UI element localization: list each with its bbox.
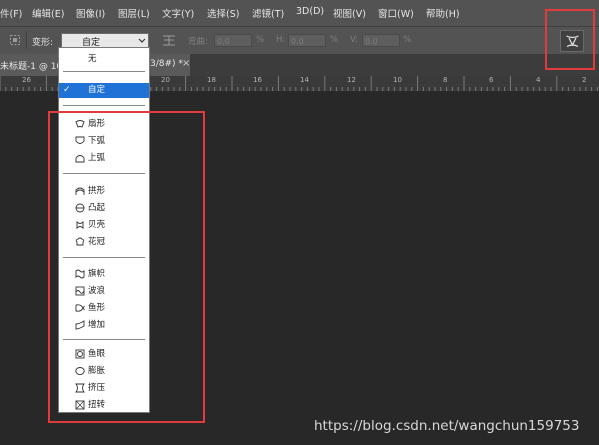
ruler-tick: 26 [22, 76, 31, 84]
warp-orientation-icon[interactable] [161, 32, 177, 48]
menu-edit[interactable]: 编辑(E) [32, 6, 64, 20]
horizontal-distortion-unit: % [330, 35, 339, 45]
option-label: 自定 [88, 85, 106, 95]
close-tab-icon[interactable]: × [182, 58, 190, 69]
menu-layer[interactable]: 图层(L) [118, 6, 150, 20]
menu-type[interactable]: 文字(Y) [162, 6, 194, 20]
ruler-tick: 12 [347, 76, 356, 84]
option-label: 无 [88, 54, 97, 64]
ruler-tick: 8 [443, 76, 448, 84]
ruler-tick: 4 [536, 76, 541, 84]
ruler-tick: 6 [489, 76, 494, 84]
ruler-tick: 20 [161, 76, 170, 84]
ruler-tick: 18 [207, 76, 216, 84]
menu-bar: 件(F) 编辑(E) 图像(I) 图层(L) 文字(Y) 选择(S) 滤镜(T)… [0, 0, 599, 26]
warp-option-none[interactable]: 无 [59, 52, 149, 67]
document-tab-suffix: 3/8#) * [150, 59, 183, 69]
dropdown-divider [63, 105, 145, 106]
horizontal-distortion-input[interactable]: 0.0 [288, 34, 326, 47]
bend-label: 弯曲: [188, 37, 208, 47]
checkmark-icon: ✓ [63, 85, 71, 95]
warp-tool-icon[interactable] [9, 34, 21, 46]
options-divider [26, 31, 27, 49]
highlight-box-warp-button [545, 9, 595, 70]
menu-3d[interactable]: 3D(D) [296, 6, 324, 17]
highlight-box-warp-options [48, 111, 205, 423]
vertical-distortion-input[interactable]: 0.0 [362, 34, 400, 47]
ruler-tick: 10 [393, 76, 402, 84]
vertical-distortion-label: V: [350, 35, 358, 45]
menu-file[interactable]: 件(F) [0, 6, 22, 20]
menu-view[interactable]: 视图(V) [333, 6, 366, 20]
menu-select[interactable]: 选择(S) [207, 6, 239, 20]
dropdown-divider [63, 71, 145, 72]
ruler-tick: 16 [253, 76, 262, 84]
ruler-tick: 14 [300, 76, 309, 84]
bend-input[interactable]: 0.0 [214, 34, 252, 47]
menu-help[interactable]: 帮助(H) [426, 6, 460, 20]
menu-filter[interactable]: 滤镜(T) [252, 6, 284, 20]
chevron-down-icon [138, 38, 146, 43]
bend-unit: % [256, 35, 265, 45]
warp-label: 变形: [32, 38, 54, 48]
warp-style-select[interactable]: 自定 [61, 33, 149, 48]
horizontal-distortion-label: H: [276, 35, 286, 45]
menu-image[interactable]: 图像(I) [76, 6, 105, 20]
ruler-tick: 2 [582, 76, 587, 84]
document-tab-title: 未标题-1 @ 10 [0, 62, 63, 72]
vertical-distortion-unit: % [403, 35, 412, 45]
watermark-text: https://blog.csdn.net/wangchun159753 [314, 418, 580, 434]
menu-window[interactable]: 窗口(W) [378, 6, 414, 20]
warp-option-custom[interactable]: ✓ 自定 [59, 83, 149, 98]
